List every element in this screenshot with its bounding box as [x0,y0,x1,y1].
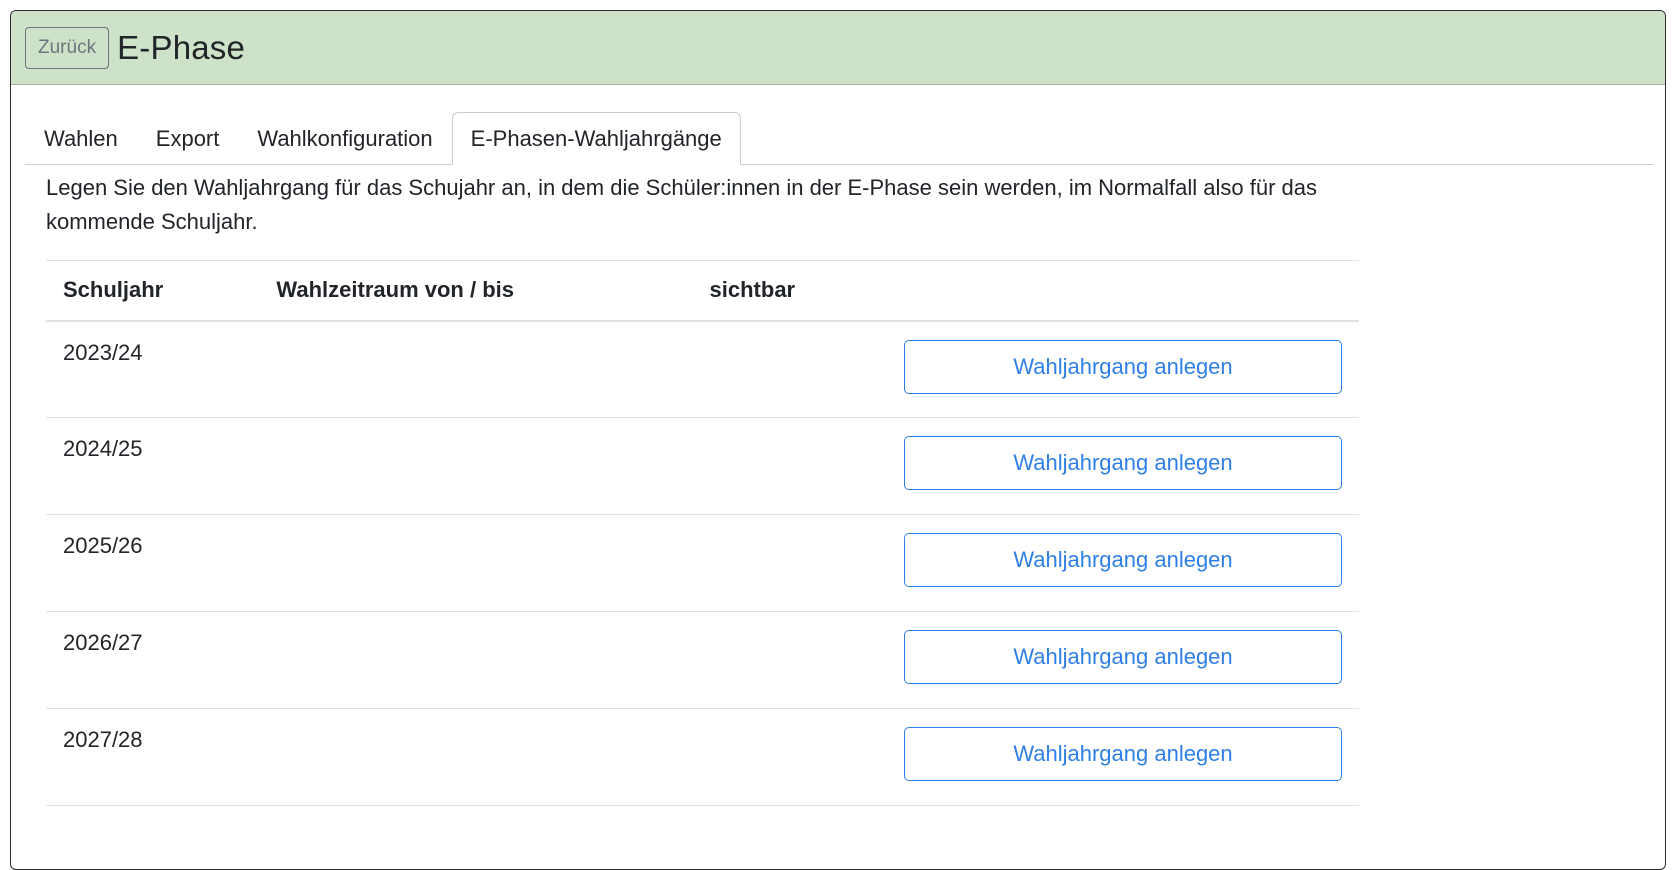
column-header-sichtbar: sichtbar [692,260,887,322]
table-row: 2026/27 Wahljahrgang anlegen [46,611,1359,709]
schuljahr-cell: 2026/27 [46,611,260,709]
create-wahljahrgang-button[interactable]: Wahljahrgang anlegen [904,533,1342,587]
sichtbar-cell [692,611,887,709]
create-wahljahrgang-button[interactable]: Wahljahrgang anlegen [904,436,1342,490]
sichtbar-cell [692,514,887,612]
wahljahrgang-table: Schuljahr Wahlzeitraum von / bis sichtba… [46,260,1359,806]
table-row: 2027/28 Wahljahrgang anlegen [46,708,1359,806]
sichtbar-cell [692,417,887,515]
back-button[interactable]: Zurück [25,26,110,69]
page-title: E-Phase [117,28,246,66]
create-wahljahrgang-button[interactable]: Wahljahrgang anlegen [904,630,1342,684]
schuljahr-cell: 2024/25 [46,417,260,515]
sichtbar-cell [692,708,887,806]
table-header-row: Schuljahr Wahlzeitraum von / bis sichtba… [46,260,1359,322]
column-header-wahlzeitraum: Wahlzeitraum von / bis [259,260,693,322]
wahlzeitraum-cell [259,417,693,515]
tab-wahlen[interactable]: Wahlen [25,113,137,165]
wahlzeitraum-cell [259,708,693,806]
wahlzeitraum-cell [259,611,693,709]
create-wahljahrgang-button[interactable]: Wahljahrgang anlegen [904,339,1342,394]
table-row: 2025/26 Wahljahrgang anlegen [46,514,1359,612]
tab-bar: Wahlen Export Wahlkonfiguration E-Phasen… [25,103,1653,165]
tab-e-phasen-wahljahrgaenge[interactable]: E-Phasen-Wahljahrgänge [451,112,741,165]
schuljahr-cell: 2027/28 [46,708,260,806]
column-header-actions [886,260,1359,322]
tab-wahlkonfiguration[interactable]: Wahlkonfiguration [238,113,451,165]
table-row: 2024/25 Wahljahrgang anlegen [46,417,1359,515]
sichtbar-cell [692,320,887,418]
schuljahr-cell: 2025/26 [46,514,260,612]
create-wahljahrgang-button[interactable]: Wahljahrgang anlegen [904,727,1342,781]
action-cell: Wahljahrgang anlegen [886,320,1359,418]
table-row: 2023/24 Wahljahrgang anlegen [46,320,1359,418]
column-header-schuljahr: Schuljahr [46,260,260,322]
tab-export[interactable]: Export [137,113,239,165]
wahlzeitraum-cell [259,320,693,418]
action-cell: Wahljahrgang anlegen [886,708,1359,806]
intro-text: Legen Sie den Wahljahrgang für das Schuj… [46,175,1318,234]
action-cell: Wahljahrgang anlegen [886,417,1359,515]
wahlzeitraum-cell [259,514,693,612]
e-phase-panel: Zurück E-Phase Wahlen Export Wahlkonfigu… [10,10,1666,870]
schuljahr-cell: 2023/24 [46,320,260,418]
action-cell: Wahljahrgang anlegen [886,611,1359,709]
action-cell: Wahljahrgang anlegen [886,514,1359,612]
panel-header: Zurück E-Phase [11,11,1665,85]
